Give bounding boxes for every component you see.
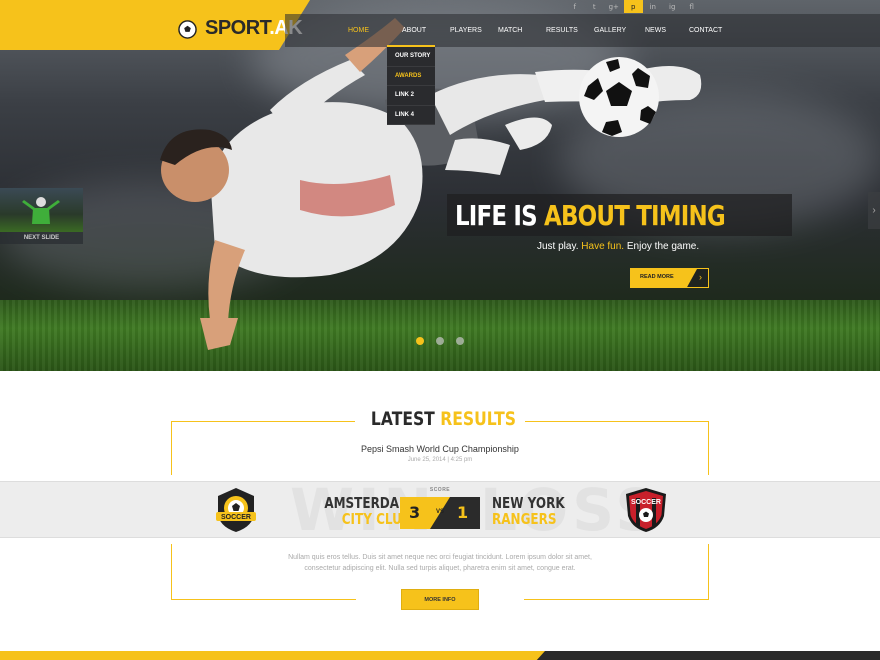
- slider-next-arrow-icon[interactable]: ›: [868, 192, 880, 229]
- results-title-part-2: RESULTS: [440, 408, 516, 430]
- away-team-club: RANGERS: [492, 510, 557, 528]
- dropdown-item-our-story[interactable]: OUR STORY: [387, 47, 435, 67]
- soccer-ball-icon: [579, 57, 659, 137]
- next-section-accent: [0, 651, 545, 660]
- nav-home[interactable]: HOME: [348, 27, 402, 34]
- score-label: SCORE: [429, 487, 451, 493]
- page: SPORT.AK f t g+ p in ig fl HOME ABOUT PL…: [0, 0, 880, 660]
- twitter-icon[interactable]: t: [585, 0, 605, 13]
- summary-line-2: consectetur adipiscing elit. Nulla sed t…: [304, 565, 576, 572]
- chevron-right-icon: ›: [699, 272, 702, 282]
- summary-line-1: Nullam quis eros tellus. Duis sit amet n…: [288, 554, 592, 561]
- instagram-icon[interactable]: ig: [663, 0, 683, 13]
- event-name[interactable]: Pepsi Smash World Cup Championship: [171, 444, 709, 454]
- match-band: WIN LOSS SOCCER AMSTERDAM CITY CLUB SCOR…: [0, 481, 880, 538]
- slide-headline-box: LIFE IS ABOUT TIMING: [447, 194, 793, 236]
- nav-news[interactable]: NEWS: [645, 27, 689, 34]
- headline-part-2: ABOUT TIMING: [544, 198, 726, 232]
- score-away: 1: [457, 503, 469, 522]
- pinterest-icon[interactable]: p: [623, 0, 643, 13]
- home-team-crest-icon: SOCCER: [216, 488, 256, 532]
- event-date: June 25, 2014 | 4:25 pm: [407, 457, 473, 463]
- main-nav: HOME ABOUT PLAYERS MATCH RESULTS GALLERY…: [335, 14, 739, 47]
- player-illustration: [160, 18, 702, 350]
- facebook-icon[interactable]: f: [565, 0, 585, 13]
- away-crest-text: SOCCER: [631, 499, 661, 506]
- next-section-strip: [0, 651, 880, 660]
- flickr-icon[interactable]: fl: [682, 0, 702, 13]
- away-team[interactable]: NEW YORK RANGERS: [492, 495, 565, 527]
- more-info-button[interactable]: MORE INFO: [401, 589, 479, 610]
- home-team[interactable]: AMSTERDAM CITY CLUB: [317, 495, 411, 527]
- slider-dot-1[interactable]: [416, 337, 424, 345]
- logo-main: SPORT: [205, 17, 270, 39]
- match-summary: Nullam quis eros tellus. Duis sit amet n…: [250, 552, 630, 574]
- home-crest-text: SOCCER: [221, 514, 251, 521]
- slider-dot-2[interactable]: [436, 337, 444, 345]
- next-slide-thumb[interactable]: NEXT SLIDE: [0, 188, 83, 244]
- dropdown-item-awards[interactable]: AWARDS: [387, 67, 435, 86]
- read-more-button[interactable]: READ MORE ›: [630, 268, 709, 288]
- next-slide-image: [0, 188, 83, 232]
- subline-part-1: Just play.: [537, 241, 582, 252]
- dropdown-item-link-4[interactable]: LINK 4: [387, 106, 435, 125]
- hero-slider: SPORT.AK f t g+ p in ig fl HOME ABOUT PL…: [0, 0, 880, 371]
- headline-part-1: LIFE IS: [455, 198, 545, 232]
- home-team-club: CITY CLUB: [341, 510, 411, 528]
- nav-contact[interactable]: CONTACT: [689, 27, 739, 34]
- score-vs: VS: [436, 509, 445, 515]
- social-links: f t g+ p in ig fl: [565, 0, 702, 13]
- dropdown-item-link-2[interactable]: LINK 2: [387, 86, 435, 106]
- home-team-name: AMSTERDAM: [324, 494, 411, 512]
- logo-ball-icon: [178, 20, 197, 39]
- linkedin-icon[interactable]: in: [643, 0, 663, 13]
- subline-part-2: Have fun.: [581, 241, 625, 252]
- nav-results[interactable]: RESULTS: [546, 27, 594, 34]
- next-slide-label: NEXT SLIDE: [23, 235, 60, 241]
- nav-match[interactable]: MATCH: [498, 27, 546, 34]
- slide-subline: Just play. Have fun. Enjoy the game.: [537, 241, 699, 252]
- away-team-crest-icon: SOCCER: [626, 488, 666, 532]
- read-more-label: READ MORE: [640, 274, 674, 280]
- score-home: 3: [409, 503, 421, 522]
- nav-players[interactable]: PLAYERS: [450, 27, 498, 34]
- results-title-part-1: LATEST: [370, 408, 441, 430]
- google-plus-icon[interactable]: g+: [604, 0, 624, 13]
- nav-about[interactable]: ABOUT: [402, 27, 450, 34]
- slider-dot-3[interactable]: [456, 337, 464, 345]
- nav-gallery[interactable]: GALLERY: [594, 27, 645, 34]
- results-title: LATEST RESULTS: [355, 408, 525, 430]
- score-box: 3 VS 1: [400, 497, 480, 529]
- slide-headline: LIFE IS ABOUT TIMING: [455, 198, 726, 232]
- away-team-name: NEW YORK: [492, 494, 565, 512]
- slider-dots: [416, 337, 464, 345]
- subline-part-3: Enjoy the game.: [624, 241, 700, 252]
- goalkeeper-icon: [22, 197, 60, 224]
- about-dropdown: OUR STORY AWARDS LINK 2 LINK 4: [387, 45, 435, 125]
